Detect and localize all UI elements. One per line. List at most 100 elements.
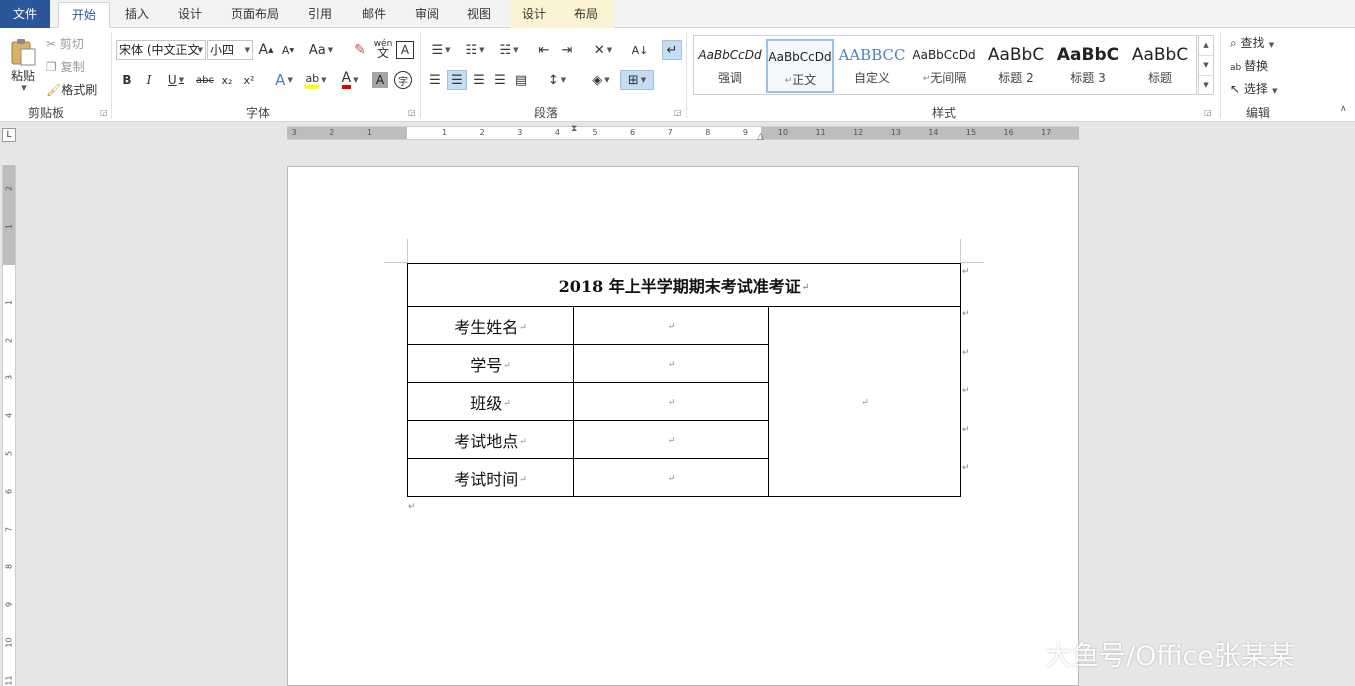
- underline-button[interactable]: U ▼: [162, 70, 190, 90]
- tab-page-layout[interactable]: 页面布局: [222, 2, 288, 28]
- strikethrough-button[interactable]: abc: [194, 70, 216, 90]
- shrink-font-button[interactable]: A ▼: [279, 40, 297, 60]
- admission-ticket-table[interactable]: 2018 年上半学期期末考试准考证↵ 考生姓名↵ ↵ ↵ 学号↵ ↵ 班级↵ ↵…: [407, 263, 961, 497]
- font-color-button[interactable]: A ▼: [336, 70, 364, 90]
- grow-font-button[interactable]: A ▲: [257, 40, 275, 60]
- superscript-button[interactable]: x²: [240, 70, 258, 90]
- tab-file[interactable]: 文件: [0, 0, 50, 28]
- line-spacing-button[interactable]: ↕ ▼: [542, 70, 572, 90]
- subscript-button[interactable]: x₂: [218, 70, 236, 90]
- horizontal-ruler[interactable]: 3 2 1 1 2 3 4 5 6 7 8 9 10 11 12 13 14 15 16 17 ⧗ △: [287, 124, 1079, 142]
- table-label-cell[interactable]: 考试地点↵: [407, 420, 574, 459]
- right-indent-marker-icon[interactable]: △: [757, 132, 764, 142]
- tab-table-design[interactable]: 设计: [512, 2, 556, 28]
- change-case-button[interactable]: Aa ▼: [306, 40, 336, 60]
- document-page[interactable]: 2018 年上半学期期末考试准考证↵ 考生姓名↵ ↵ ↵ 学号↵ ↵ 班级↵ ↵…: [287, 166, 1079, 686]
- copy-button[interactable]: ❐ 复制: [46, 58, 85, 75]
- tab-view[interactable]: 视图: [455, 2, 503, 28]
- select-button[interactable]: ↖ 选择 ▼: [1230, 80, 1278, 97]
- text-effects-button[interactable]: A ▼: [270, 70, 298, 90]
- character-border-button[interactable]: A: [396, 41, 414, 59]
- table-label-cell[interactable]: 学号↵: [407, 344, 574, 383]
- row-end-mark-icon: ↵: [962, 386, 970, 396]
- show-hide-marks-button[interactable]: ↵: [662, 40, 682, 60]
- chinese-layout-button[interactable]: ✕ ▼: [588, 40, 618, 60]
- style-emphasis[interactable]: AaBbCcDd 强调: [696, 39, 764, 93]
- borders-icon: ⊞: [627, 72, 639, 88]
- photo-cell[interactable]: ↵: [768, 306, 961, 497]
- clear-formatting-button[interactable]: ✎: [350, 40, 370, 60]
- align-center-button[interactable]: ☰: [447, 70, 467, 90]
- style-preview: AaBbCcDd: [912, 48, 976, 62]
- tab-selector[interactable]: L: [2, 128, 16, 142]
- ruler-tick-label: 8: [705, 128, 711, 137]
- vertical-ruler[interactable]: 2 1 1 2 3 4 5 6 7 8 9 10 11: [2, 165, 16, 686]
- table-value-cell[interactable]: ↵: [573, 382, 769, 421]
- format-painter-button[interactable]: 🖌格式刷: [46, 81, 97, 98]
- character-shading-button[interactable]: A: [372, 72, 388, 88]
- dialog-launcher-icon[interactable]: ◲: [408, 108, 416, 117]
- borders-button[interactable]: ⊞ ▼: [620, 70, 654, 90]
- distributed-button[interactable]: ▤: [512, 70, 530, 90]
- style-title[interactable]: AaBbC 标题: [1126, 39, 1194, 93]
- align-center-icon: ☰: [451, 72, 463, 88]
- chevron-up-icon[interactable]: ▲: [1199, 36, 1213, 56]
- chevron-down-icon: ▼: [21, 83, 27, 92]
- dialog-launcher-icon[interactable]: ◲: [100, 108, 108, 117]
- table-label-cell[interactable]: 考试时间↵: [407, 458, 574, 497]
- multilevel-list-button[interactable]: ☵ ▼: [494, 40, 524, 60]
- chevron-down-icon[interactable]: ▼: [1199, 56, 1213, 76]
- decrease-indent-button[interactable]: ⇤: [534, 40, 554, 60]
- highlight-button[interactable]: ab ▼: [302, 70, 330, 90]
- table-value-cell[interactable]: ↵: [573, 420, 769, 459]
- table-value-cell[interactable]: ↵: [573, 306, 769, 345]
- sort-az-icon: A↓: [631, 43, 649, 57]
- table-title-cell[interactable]: 2018 年上半学期期末考试准考证↵: [407, 263, 961, 307]
- gallery-more-icon[interactable]: ▼: [1199, 76, 1213, 96]
- cut-button[interactable]: ✂ 剪切: [46, 35, 84, 52]
- align-left-button[interactable]: ☰: [426, 70, 444, 90]
- find-button[interactable]: ⌕ 查找 ▼: [1230, 34, 1274, 51]
- table-label-cell[interactable]: 班级↵: [407, 382, 574, 421]
- table-value-cell[interactable]: ↵: [573, 458, 769, 497]
- dialog-launcher-icon[interactable]: ◲: [674, 108, 682, 117]
- styles-gallery-scroll[interactable]: ▲ ▼ ▼: [1198, 35, 1214, 95]
- shading-button[interactable]: ◈ ▼: [586, 70, 616, 90]
- font-size-combo[interactable]: 小四 ▼: [207, 40, 253, 60]
- italic-button[interactable]: I: [140, 70, 158, 90]
- table-label-cell[interactable]: 考生姓名↵: [407, 306, 574, 345]
- dialog-launcher-icon[interactable]: ◲: [1204, 108, 1212, 117]
- tab-review[interactable]: 审阅: [403, 2, 451, 28]
- collapse-ribbon-icon[interactable]: ∧: [1340, 104, 1347, 114]
- font-color-icon: A: [341, 71, 352, 89]
- bold-button[interactable]: B: [118, 70, 136, 90]
- style-custom[interactable]: AABBCC 自定义: [838, 39, 906, 93]
- pinyin-guide-button[interactable]: wén 文: [373, 37, 393, 61]
- table-value-cell[interactable]: ↵: [573, 344, 769, 383]
- tab-table-layout[interactable]: 布局: [564, 2, 608, 28]
- tab-mailings[interactable]: 邮件: [350, 2, 398, 28]
- align-right-button[interactable]: ☰: [470, 70, 488, 90]
- paste-button[interactable]: 粘贴 ▼: [6, 34, 40, 94]
- tab-insert[interactable]: 插入: [113, 2, 161, 28]
- numbering-button[interactable]: ☷ ▼: [460, 40, 490, 60]
- tab-home[interactable]: 开始: [58, 2, 110, 28]
- sort-button[interactable]: A↓: [630, 40, 650, 60]
- decrease-indent-icon: ⇤: [538, 42, 550, 58]
- justify-button[interactable]: ☰: [491, 70, 509, 90]
- indent-marker-icon[interactable]: ⧗: [571, 124, 577, 134]
- increase-indent-button[interactable]: ⇥: [557, 40, 577, 60]
- style-normal[interactable]: AaBbCcDd ↵正文: [766, 39, 834, 93]
- replace-button[interactable]: ab 替换: [1230, 57, 1268, 74]
- style-heading-2[interactable]: AaBbC 标题 2: [982, 39, 1050, 93]
- enclose-characters-button[interactable]: 字: [394, 71, 412, 89]
- style-heading-3[interactable]: AaBbC 标题 3: [1054, 39, 1122, 93]
- styles-group-label: 样式: [931, 106, 956, 120]
- bullets-button[interactable]: ☰ ▼: [426, 40, 456, 60]
- crop-mark: [960, 239, 961, 263]
- tab-design[interactable]: 设计: [166, 2, 214, 28]
- font-name-combo[interactable]: 宋体 (中文正文 ▼: [116, 40, 206, 60]
- tab-references[interactable]: 引用: [296, 2, 344, 28]
- strikethrough-icon: abc: [196, 74, 214, 86]
- style-no-spacing[interactable]: AaBbCcDd ↵无间隔: [910, 39, 978, 93]
